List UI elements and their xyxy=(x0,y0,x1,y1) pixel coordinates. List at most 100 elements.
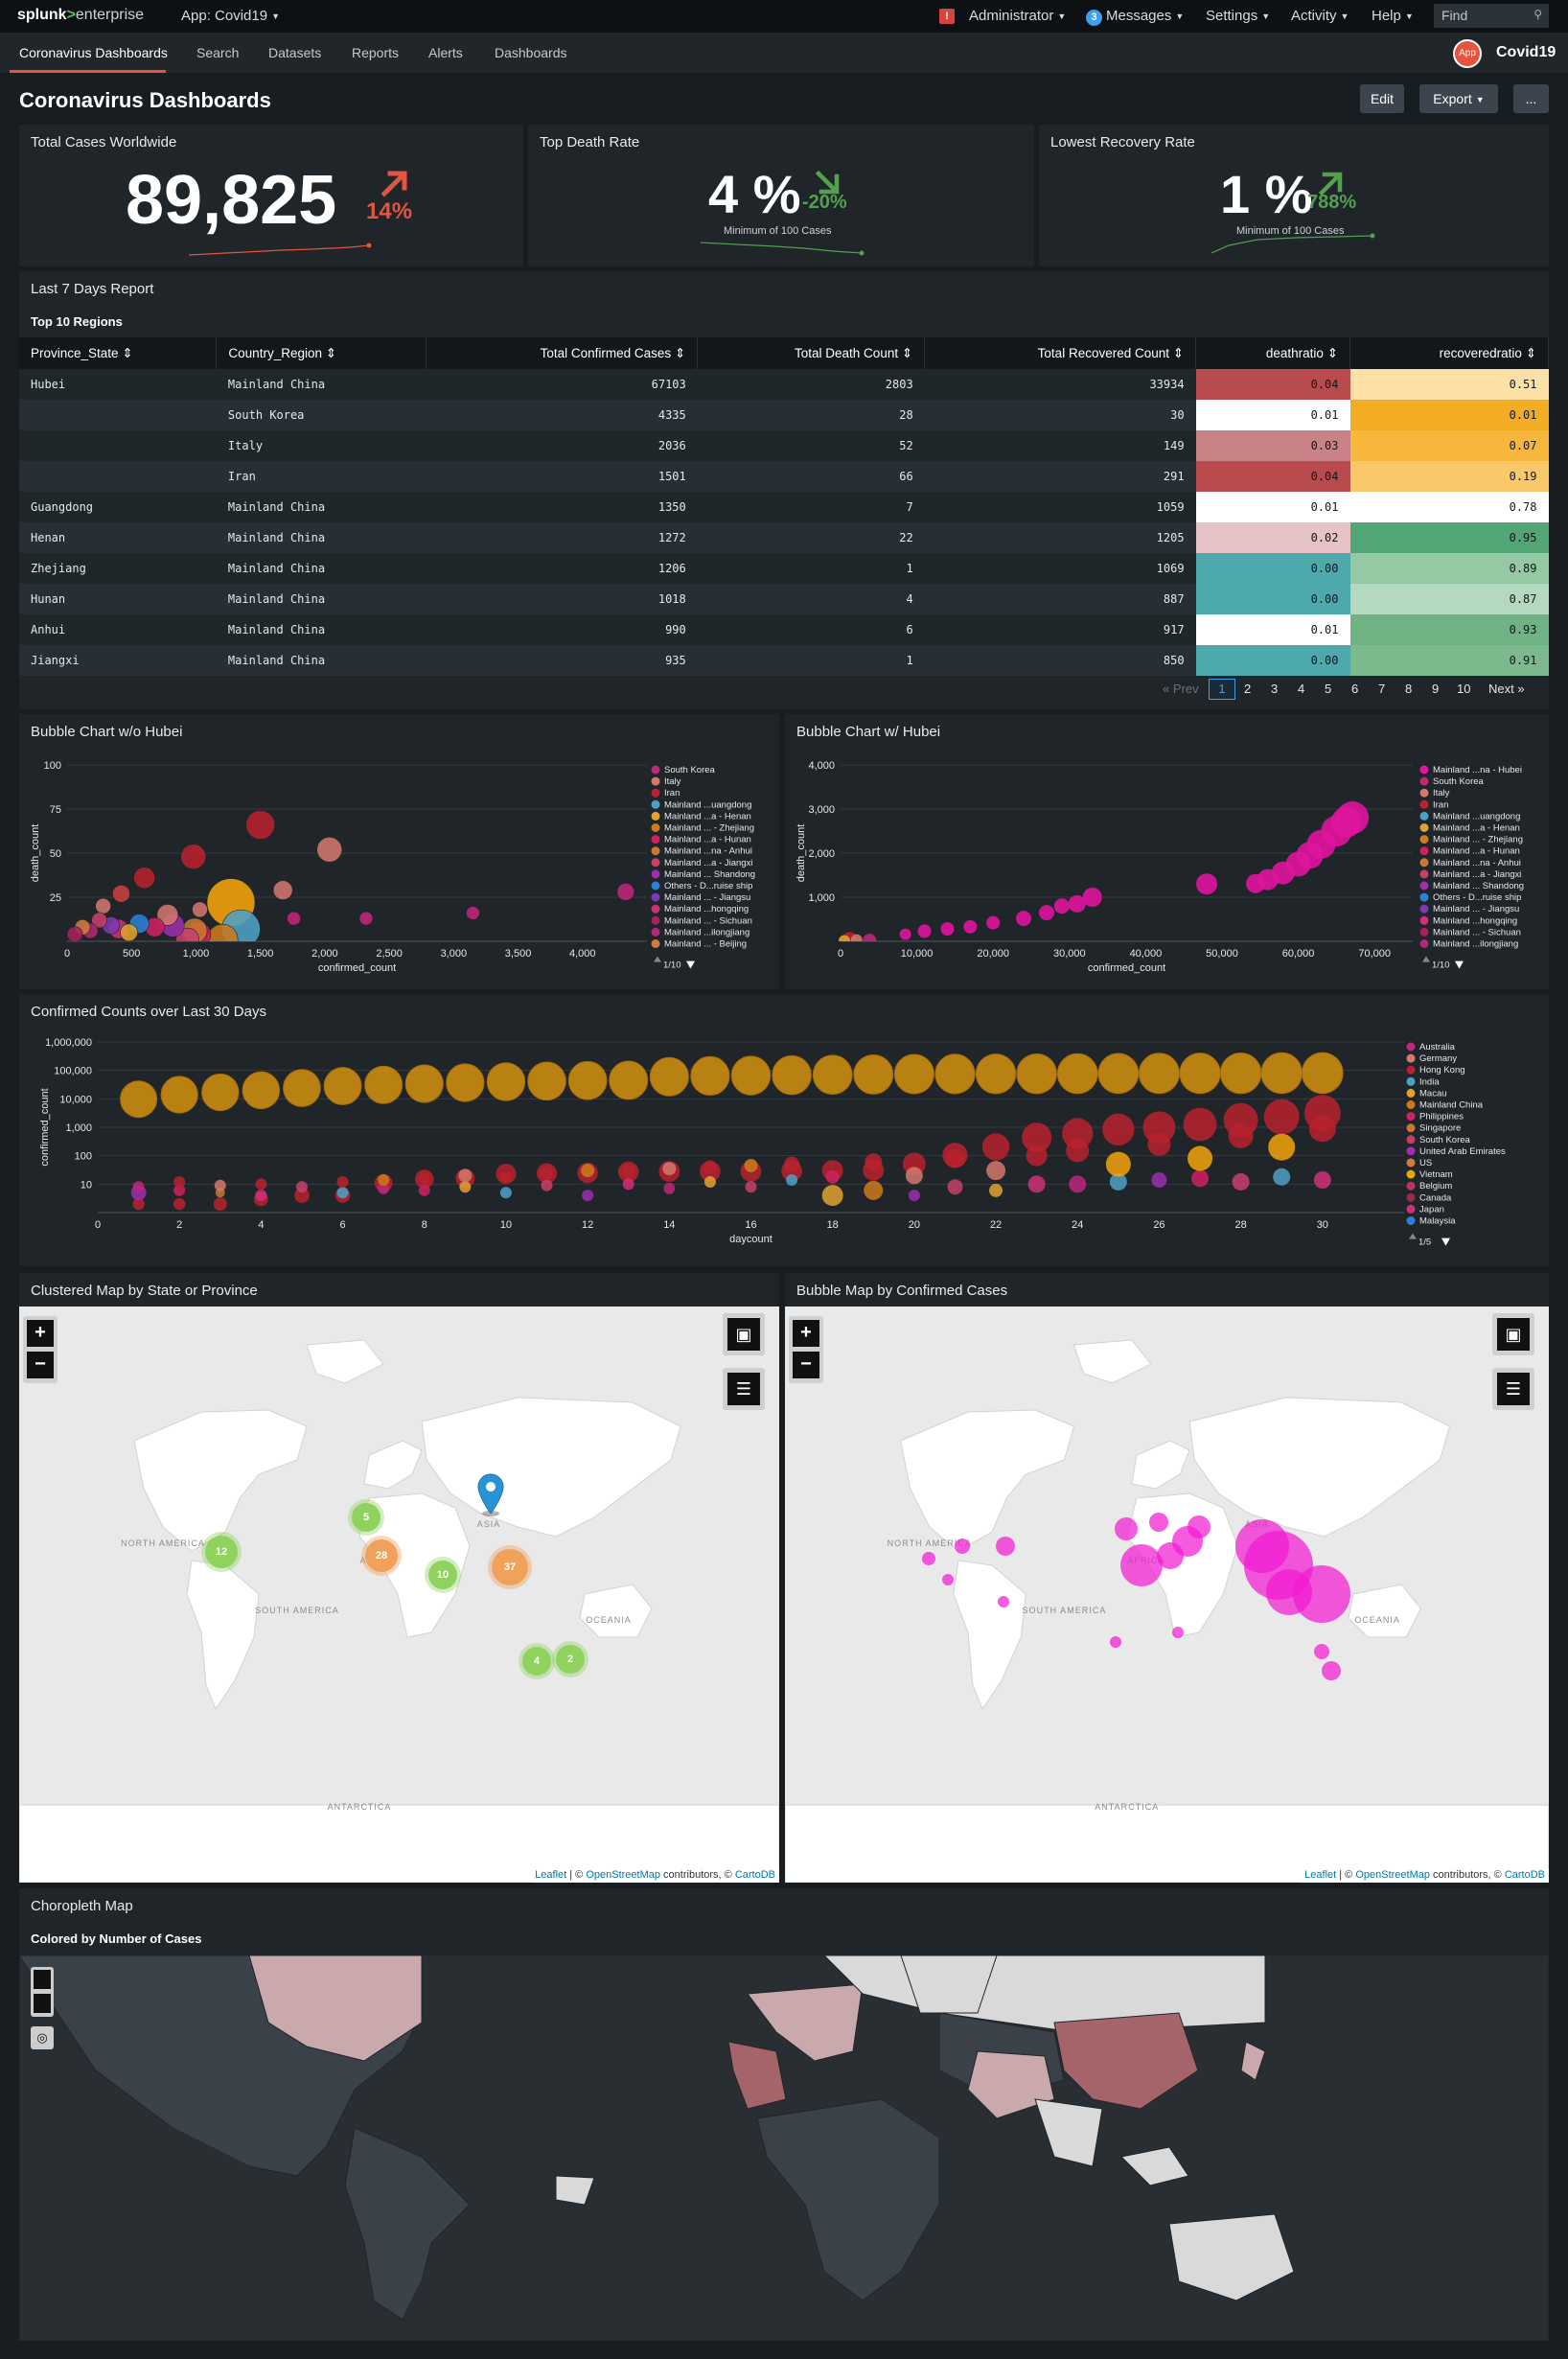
splunk-logo[interactable]: splunk>enterprise xyxy=(17,7,144,24)
settings-menu[interactable]: Settings ▼ xyxy=(1206,8,1270,24)
legend-next-icon xyxy=(1441,1237,1450,1246)
pager-page-8[interactable]: 8 xyxy=(1405,682,1412,696)
table-row[interactable]: South Korea 4335 28 30 0.01 0.01 xyxy=(19,400,1549,430)
pager-page-3[interactable]: 3 xyxy=(1271,682,1278,696)
legend-item: Others - D...ruise ship xyxy=(664,881,752,891)
help-menu[interactable]: Help ▼ xyxy=(1372,8,1414,24)
column-header[interactable]: Total Confirmed Cases ⇕ xyxy=(426,337,699,369)
table-cell: 0.02 xyxy=(1195,522,1350,553)
map-cluster[interactable]: 28 xyxy=(365,1539,398,1572)
table-row[interactable]: Iran 1501 66 291 0.04 0.19 xyxy=(19,461,1549,492)
pager-page-1[interactable]: 1 xyxy=(1209,679,1235,700)
column-header[interactable]: Total Death Count ⇕ xyxy=(697,337,926,369)
table-row[interactable]: Hubei Mainland China 67103 2803 33934 0.04 0.5… xyxy=(19,369,1549,400)
chevron-down-icon: ▼ xyxy=(271,12,280,21)
bubble-point xyxy=(1313,1170,1331,1189)
table-cell: 291 xyxy=(924,461,1196,492)
legend-item: India xyxy=(1419,1076,1440,1087)
pager-page-6[interactable]: 6 xyxy=(1351,682,1358,696)
reset-view-icon[interactable]: ◎ xyxy=(31,2026,54,2049)
tab-dashboards[interactable]: Dashboards xyxy=(495,45,567,60)
column-header[interactable]: Total Recovered Count ⇕ xyxy=(924,337,1197,369)
find-input[interactable]: Find ⚲ xyxy=(1434,4,1549,28)
map-cluster[interactable]: 10 xyxy=(428,1561,457,1589)
edit-button[interactable]: Edit xyxy=(1360,84,1404,113)
fullscreen-control[interactable]: ▣ xyxy=(723,1313,765,1355)
user-menu[interactable]: Administrator ▼ xyxy=(969,8,1066,24)
bubble-chart-with-hubei[interactable]: 1,000 2,000 3,000 4,000 0 10,000 20,000 30,000 4… xyxy=(785,714,1549,989)
confirmed-counts-chart[interactable]: 101001,00010,000100,0001,000,0000 2 4 6 8 10 1… xyxy=(19,994,1549,1266)
pager-page-5[interactable]: 5 xyxy=(1325,682,1331,696)
map-cluster[interactable]: 37 xyxy=(492,1549,528,1585)
more-button[interactable]: ... xyxy=(1513,84,1549,113)
pager-page-4[interactable]: 4 xyxy=(1298,682,1304,696)
bubble-point xyxy=(160,1075,198,1114)
messages-menu[interactable]: 3 Messages ▼ xyxy=(1086,8,1184,26)
bubble-point xyxy=(527,1061,566,1101)
zoom-out-button[interactable]: − xyxy=(27,1352,54,1378)
pager-prev[interactable]: « Prev xyxy=(1163,682,1199,696)
zoom-out-button[interactable] xyxy=(34,1994,51,2013)
bubble-chart-without-hubei[interactable]: 25 50 75 100 0 500 1,000 1,500 2,000 2,500 3,000 3,… xyxy=(19,714,779,989)
sparkline xyxy=(188,243,372,256)
tab-alerts[interactable]: Alerts xyxy=(428,45,463,60)
table-row[interactable]: Anhui Mainland China 990 6 917 0.01 0.93 xyxy=(19,614,1549,645)
layers-control[interactable]: ☰ xyxy=(1492,1368,1534,1410)
column-header[interactable]: Country_Region ⇕ xyxy=(216,337,427,369)
app-menu[interactable]: App: Covid19 ▼ xyxy=(181,8,280,24)
map-pin-icon[interactable] xyxy=(474,1471,507,1519)
bubble-point xyxy=(947,1179,963,1195)
case-bubble xyxy=(1322,1661,1341,1680)
y-tick-label: 100,000 xyxy=(54,1066,92,1077)
pager-page-2[interactable]: 2 xyxy=(1244,682,1251,696)
zoom-control: + − xyxy=(789,1316,823,1383)
pager-page-9[interactable]: 9 xyxy=(1432,682,1439,696)
alert-icon[interactable]: ! xyxy=(939,9,955,24)
tab-datasets[interactable]: Datasets xyxy=(268,45,321,60)
table-row[interactable]: Italy 2036 52 149 0.03 0.07 xyxy=(19,430,1549,461)
legend-item: Mainland ...a - Jiangxi xyxy=(1433,869,1521,880)
clustered-map[interactable]: NORTH AMERICASOUTH AMERICAAFRICAASIAOCEA… xyxy=(19,1307,779,1883)
zoom-in-button[interactable]: + xyxy=(27,1320,54,1347)
table-cell: 0.00 xyxy=(1195,553,1350,584)
fullscreen-control[interactable]: ▣ xyxy=(1492,1313,1534,1355)
table-row[interactable]: Jiangxi Mainland China 935 1 850 0.00 0.91 xyxy=(19,645,1549,676)
tab-reports[interactable]: Reports xyxy=(352,45,399,60)
export-button[interactable]: Export ▼ xyxy=(1419,84,1498,113)
map-cluster[interactable]: 4 xyxy=(522,1647,551,1676)
zoom-in-button[interactable]: + xyxy=(793,1320,819,1347)
table-row[interactable]: Hunan Mainland China 1018 4 887 0.00 0.87 xyxy=(19,584,1549,614)
table-row[interactable]: Guangdong Mainland China 1350 7 1059 0.01 0.78 xyxy=(19,492,1549,522)
top-death-rate-panel: Top Death Rate 4 % -20% Minimum of 100 C… xyxy=(528,125,1034,266)
pager-page-7[interactable]: 7 xyxy=(1378,682,1385,696)
bubble-point xyxy=(213,1197,227,1211)
zoom-in-button[interactable] xyxy=(34,1970,51,1989)
zoom-out-button[interactable]: − xyxy=(793,1352,819,1378)
legend-swatch xyxy=(1419,765,1429,775)
column-header[interactable]: Province_State ⇕ xyxy=(19,337,218,369)
table-header-row: Province_State ⇕ Country_Region ⇕ Total … xyxy=(19,337,1549,369)
search-icon: ⚲ xyxy=(1533,8,1542,21)
tab-search[interactable]: Search xyxy=(196,45,239,60)
column-header[interactable]: recoveredratio ⇕ xyxy=(1349,337,1549,369)
map-cluster[interactable]: 2 xyxy=(556,1645,585,1674)
y-tick-label: 50 xyxy=(50,848,61,860)
table-cell: Hubei xyxy=(19,369,217,400)
x-tick-label: 40,000 xyxy=(1130,948,1163,960)
table-row[interactable]: Zhejiang Mainland China 1206 1 1069 0.00 0.89 xyxy=(19,553,1549,584)
activity-menu[interactable]: Activity ▼ xyxy=(1291,8,1349,24)
bubble-point xyxy=(133,867,155,890)
map-cluster[interactable]: 5 xyxy=(352,1503,380,1532)
map-cluster[interactable]: 12 xyxy=(205,1536,238,1568)
layers-control[interactable]: ☰ xyxy=(723,1368,765,1410)
tab-coronavirus-dashboards[interactable]: Coronavirus Dashboards xyxy=(19,45,168,60)
legend-item: Mainland ... - Jiangsu xyxy=(1433,904,1519,914)
column-header[interactable]: deathratio ⇕ xyxy=(1195,337,1351,369)
pager-page-10[interactable]: 10 xyxy=(1457,682,1470,696)
table-row[interactable]: Henan Mainland China 1272 22 1205 0.02 0.95 xyxy=(19,522,1549,553)
pager-next[interactable]: Next » xyxy=(1488,682,1525,696)
table-cell: 52 xyxy=(697,430,925,461)
choropleth-map[interactable] xyxy=(19,1955,1549,2341)
bubble-map[interactable]: NORTH AMERICASOUTH AMERICAAFRICAASIAOCEA… xyxy=(785,1307,1549,1883)
table-cell: 0.91 xyxy=(1349,645,1549,676)
